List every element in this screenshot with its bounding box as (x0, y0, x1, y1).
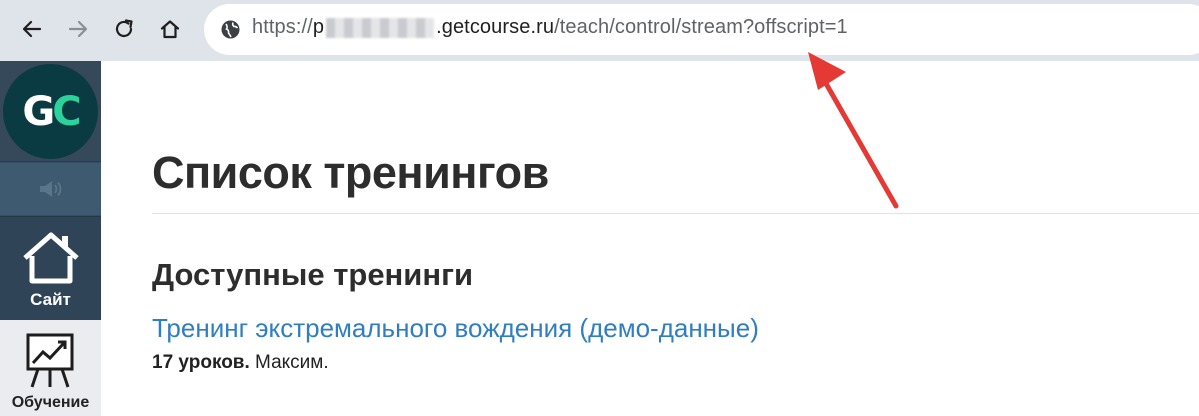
speaker-icon (39, 181, 61, 197)
sidebar-item-notifications[interactable] (0, 163, 101, 215)
main-content: Список тренингов Доступные тренинги Трен… (101, 61, 1199, 416)
browser-toolbar: https:// p .getcourse.ru /teach/control/… (0, 0, 1199, 61)
reload-icon (115, 19, 133, 38)
lesson-count: 17 уроков. (152, 352, 250, 373)
chart-board-icon (26, 333, 74, 388)
training-author: Максим. (249, 352, 329, 373)
reload-button[interactable] (106, 11, 142, 47)
house-icon (23, 232, 79, 284)
home-icon (160, 20, 180, 39)
section-title: Доступные тренинги (152, 257, 474, 292)
url-text: https:// p .getcourse.ru /teach/control/… (252, 16, 848, 39)
logo-link[interactable]: GC (0, 61, 101, 162)
training-link[interactable]: Тренинг экстремального вождения (демо-да… (152, 313, 759, 344)
home-button[interactable] (152, 11, 188, 47)
sidebar-item-label: Сайт (30, 290, 71, 309)
title-divider (152, 213, 1199, 214)
url-path: /teach/control/stream?offscript=1 (554, 16, 848, 38)
back-button[interactable] (14, 11, 50, 47)
globe-icon (221, 20, 240, 39)
address-bar[interactable]: https:// p .getcourse.ru /teach/control/… (204, 4, 1199, 55)
page-title: Список тренингов (152, 147, 549, 198)
url-scheme: https:// (252, 16, 313, 38)
url-prefix: p (312, 16, 325, 38)
sidebar: GC Сайт Обучение (0, 61, 101, 416)
sidebar-item-label: Обучение (11, 394, 90, 411)
back-icon (22, 20, 42, 38)
sidebar-item-site[interactable]: Сайт (0, 216, 101, 320)
logo: GC (3, 64, 98, 159)
redacted-subdomain (326, 17, 435, 38)
sidebar-item-learning[interactable]: Обучение (0, 320, 101, 416)
logo-text: GC (22, 88, 81, 135)
training-meta: 17 уроков. Максим. (152, 352, 329, 374)
forward-button[interactable] (60, 11, 96, 47)
url-host: .getcourse.ru (436, 16, 555, 38)
forward-icon (68, 20, 88, 38)
